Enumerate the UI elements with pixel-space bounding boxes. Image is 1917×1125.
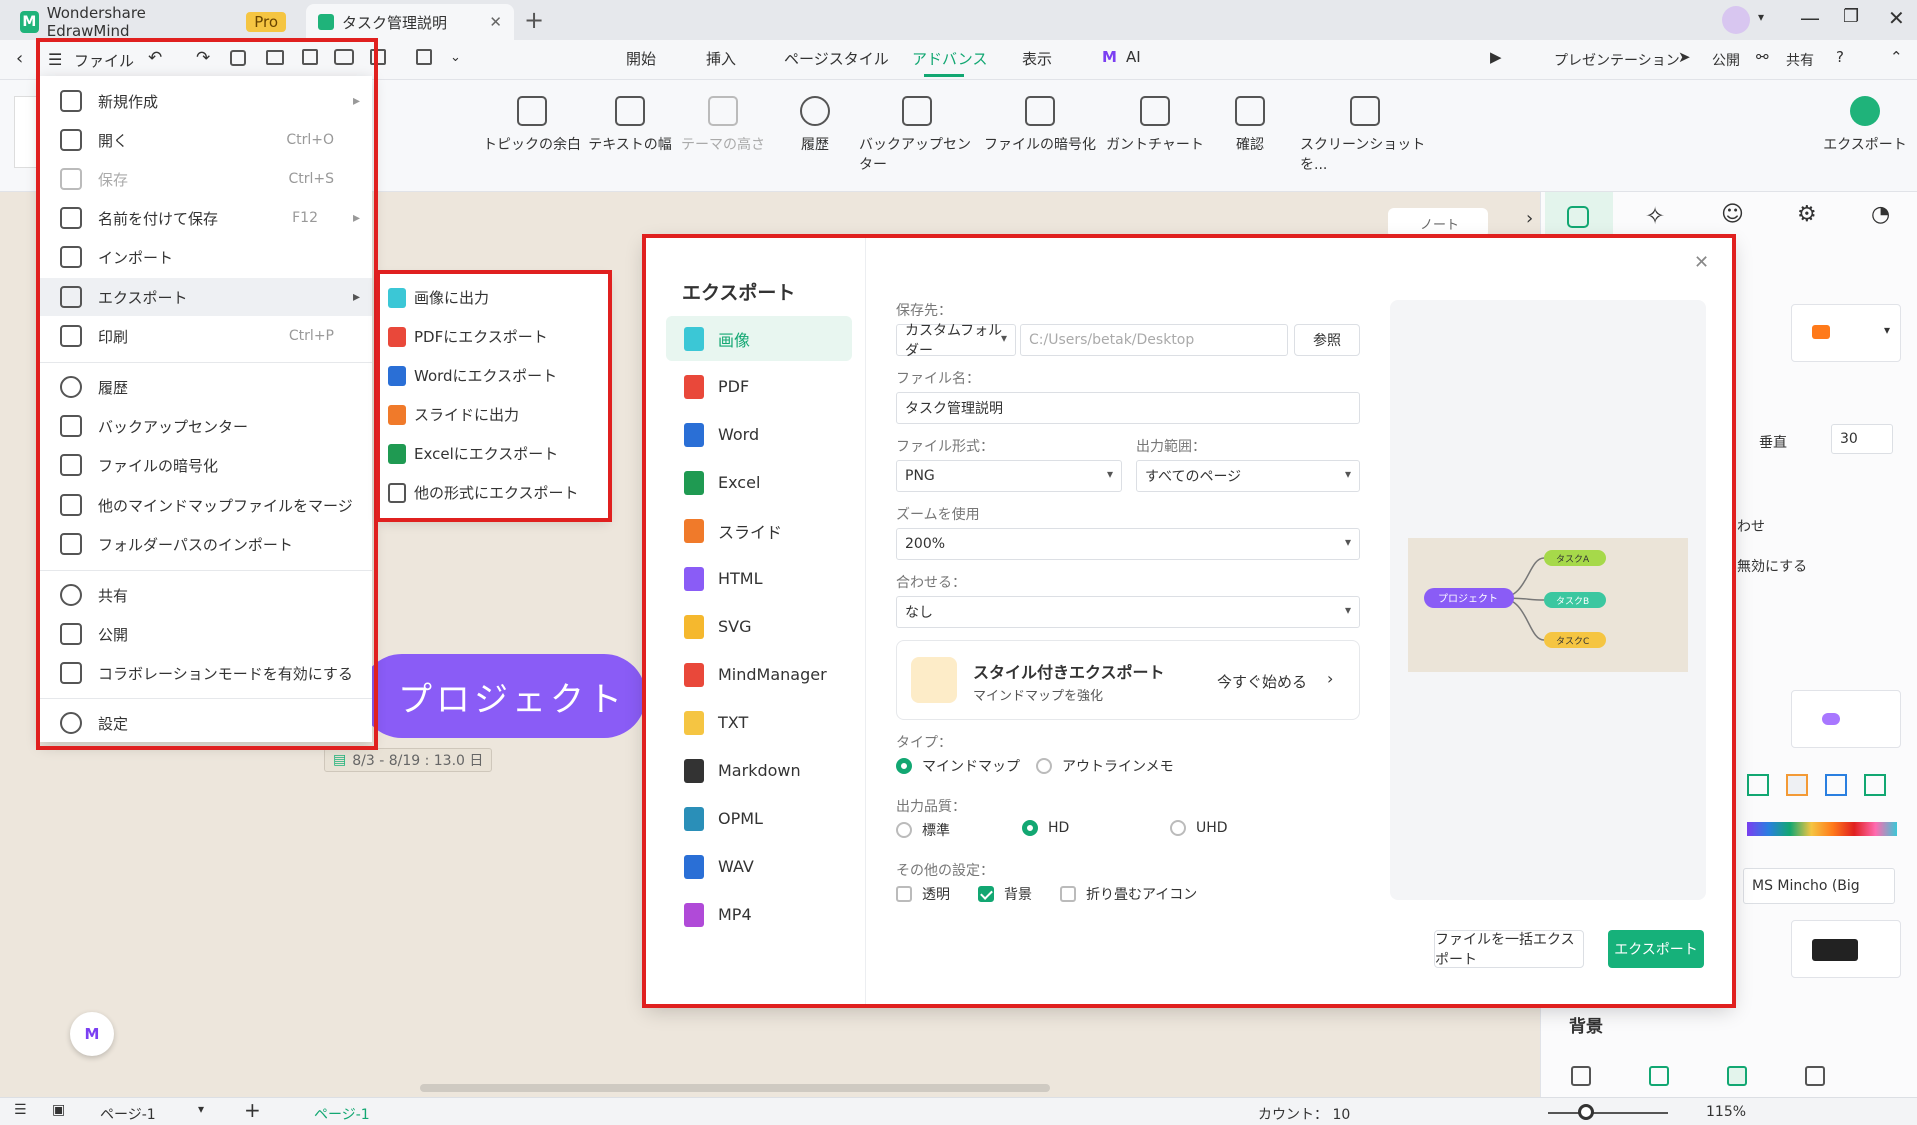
- tab-ai[interactable]: AI: [1126, 48, 1141, 66]
- theme-height-icon: [708, 96, 738, 126]
- history-button[interactable]: 履歴: [759, 96, 871, 154]
- table-style-2[interactable]: [1786, 774, 1808, 796]
- root-topic[interactable]: プロジェクト: [360, 654, 646, 738]
- panel-expand-icon[interactable]: ›: [1526, 208, 1533, 229]
- backup-icon: [902, 96, 932, 126]
- encrypt-button[interactable]: ファイルの暗号化: [982, 96, 1098, 154]
- zoom-handle[interactable]: [1578, 1104, 1594, 1120]
- highlight-box-submenu: [376, 270, 612, 522]
- close-tab-icon[interactable]: ✕: [489, 13, 502, 31]
- background-label: 背景: [1569, 1017, 1603, 1037]
- back-icon[interactable]: ‹: [16, 48, 23, 69]
- root-topic-label: プロジェクト: [398, 679, 626, 720]
- topic-margin-button[interactable]: トピックの余白: [476, 96, 588, 154]
- layout-preview-icon: [1812, 325, 1830, 339]
- branch-preview-icon: [1822, 713, 1840, 725]
- restore-icon[interactable]: ❐: [1843, 6, 1859, 27]
- chevron-down-icon[interactable]: ▾: [1758, 10, 1764, 24]
- presentation-icon[interactable]: ▶: [1490, 48, 1502, 66]
- date-label: ▤ 8/3 - 8/19 : 13.0 日: [324, 748, 493, 772]
- table-style-3[interactable]: [1825, 774, 1847, 796]
- history-icon: [800, 96, 830, 126]
- status-bar: ☰ ▣ ページ-1 ▾ + ページ-1 カウント： 10 115%: [0, 1097, 1917, 1125]
- ribbon-export-button[interactable]: エクスポート: [1810, 96, 1917, 154]
- table-style-4[interactable]: [1864, 774, 1886, 796]
- page-chevron-icon[interactable]: ▾: [198, 1102, 204, 1116]
- ai-floating-button[interactable]: M: [70, 1012, 114, 1056]
- tab-page-style[interactable]: ページスタイル: [784, 48, 889, 69]
- zoom-level[interactable]: 115%: [1706, 1104, 1746, 1120]
- vertical-label: 垂直: [1759, 435, 1787, 451]
- pro-badge: Pro: [246, 12, 286, 32]
- more-icon[interactable]: ⌄: [450, 50, 461, 65]
- text-width-icon: [615, 96, 645, 126]
- swatch-black: [1812, 939, 1858, 961]
- tab-advanced[interactable]: アドバンス: [912, 48, 987, 69]
- style-icon: [1567, 206, 1589, 228]
- review-icon: [1235, 96, 1265, 126]
- import-icon[interactable]: [416, 49, 432, 65]
- emoji-icon[interactable]: ☺: [1721, 202, 1744, 227]
- count-label: カウント： 10: [1258, 1107, 1351, 1123]
- color-swatch-picker[interactable]: [1791, 920, 1901, 978]
- panel-cut-text-2: 無効にする: [1737, 559, 1808, 575]
- gantt-icon: [1140, 96, 1170, 126]
- status-icon-1[interactable]: ☰: [14, 1102, 27, 1118]
- user-avatar[interactable]: [1722, 6, 1750, 34]
- publish-icon[interactable]: ➤: [1678, 48, 1691, 66]
- ai-icon: M: [1102, 48, 1117, 66]
- page-tab[interactable]: ページ-1: [314, 1104, 370, 1124]
- backup-center-button[interactable]: バックアップセンター: [859, 96, 975, 174]
- app-logo-icon: M: [20, 11, 39, 33]
- title-bar: M Wondershare EdrawMind Pro タスク管理説明 ✕ + …: [0, 0, 1917, 40]
- page-select[interactable]: ページ-1: [100, 1104, 156, 1124]
- close-window-icon[interactable]: ✕: [1888, 6, 1905, 30]
- highlight-box-dialog: [642, 234, 1736, 1008]
- sparkle-icon[interactable]: ✧: [1645, 202, 1665, 230]
- table-style-1[interactable]: [1747, 774, 1769, 796]
- topic-margin-icon: [517, 96, 547, 126]
- app-title: Wondershare EdrawMind: [46, 4, 146, 40]
- tab-start[interactable]: 開始: [626, 48, 656, 69]
- horizontal-scrollbar[interactable]: [420, 1084, 1050, 1092]
- branch-style-picker[interactable]: [1791, 690, 1901, 748]
- layout-picker[interactable]: ▾: [1791, 304, 1901, 362]
- add-page-icon[interactable]: +: [244, 1098, 261, 1122]
- bg-image-icon[interactable]: [1805, 1066, 1825, 1086]
- clock-icon[interactable]: ◔: [1871, 202, 1890, 227]
- help-icon[interactable]: ?: [1836, 48, 1844, 66]
- panel-cut-text-1: わせ: [1737, 519, 1765, 535]
- tab-insert[interactable]: 挿入: [706, 48, 736, 69]
- bg-texture-icon[interactable]: [1727, 1066, 1747, 1086]
- export-green-icon: [1850, 96, 1880, 126]
- minimize-icon[interactable]: —: [1800, 6, 1820, 30]
- font-select[interactable]: MS Mincho (Big: [1743, 868, 1895, 904]
- doc-tab-title: タスク管理説明: [342, 13, 448, 32]
- status-icon-2[interactable]: ▣: [52, 1102, 65, 1118]
- tab-view[interactable]: 表示: [1022, 48, 1052, 69]
- collapse-ribbon-icon[interactable]: ⌃: [1890, 48, 1903, 66]
- share-icon[interactable]: ⚯: [1756, 48, 1769, 66]
- highlight-box-file-menu: [36, 38, 378, 750]
- review-button[interactable]: 確認: [1194, 96, 1306, 154]
- active-tab-underline: [924, 74, 964, 77]
- share-button[interactable]: 共有: [1786, 50, 1814, 70]
- screenshot-button[interactable]: スクリーンショットを...: [1300, 96, 1430, 174]
- bg-none-icon[interactable]: [1571, 1066, 1591, 1086]
- new-tab-icon[interactable]: +: [524, 6, 544, 34]
- gear-icon[interactable]: ⚙: [1797, 202, 1817, 227]
- app-tab[interactable]: M Wondershare EdrawMind Pro: [8, 4, 298, 40]
- presentation-button[interactable]: プレゼンテーション: [1554, 50, 1680, 70]
- color-palette-picker[interactable]: [1747, 822, 1897, 836]
- encrypt-icon: [1025, 96, 1055, 126]
- crop-icon: [1350, 96, 1380, 126]
- publish-button[interactable]: 公開: [1712, 50, 1740, 70]
- bg-color-icon[interactable]: [1649, 1066, 1669, 1086]
- document-tab[interactable]: タスク管理説明 ✕: [306, 4, 514, 40]
- doc-icon: [318, 14, 334, 30]
- vertical-input[interactable]: 30: [1831, 424, 1893, 454]
- calendar-icon: ▤: [333, 752, 347, 768]
- chevron-down-icon: ▾: [1883, 323, 1890, 337]
- zoom-slider[interactable]: [1548, 1112, 1668, 1114]
